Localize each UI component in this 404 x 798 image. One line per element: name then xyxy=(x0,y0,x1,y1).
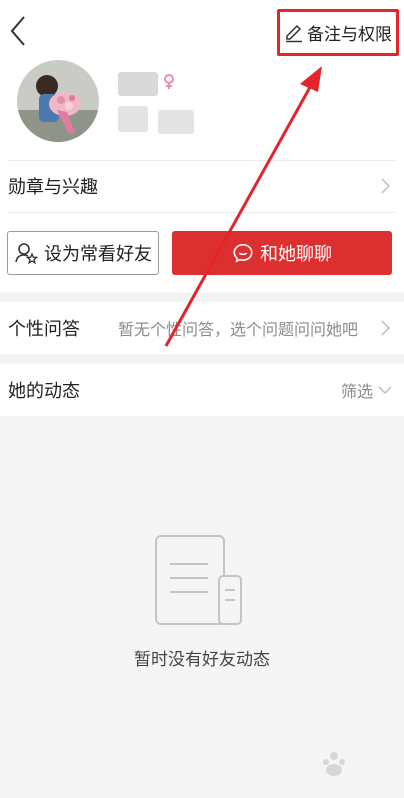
section-separator xyxy=(0,354,404,364)
chevron-right-icon xyxy=(381,178,390,194)
chevron-left-icon xyxy=(10,16,25,46)
medals-interests-row[interactable]: 勋章与兴趣 xyxy=(0,162,404,210)
chevron-down-icon xyxy=(378,386,392,394)
pencil-icon xyxy=(286,24,302,42)
personality-qa-row[interactable]: 个性问答 暂无个性问答，选个问题问问她吧 xyxy=(0,302,404,354)
set-favorite-friend-label: 设为常看好友 xyxy=(44,244,152,265)
back-button[interactable] xyxy=(8,14,30,48)
avatar-photo xyxy=(17,60,99,142)
profile-page: 备注与权限 勋章与兴趣 设为常看好友 和她聊聊 个性问答 暂无个性问答，选个问题… xyxy=(0,0,404,798)
remark-permission-button[interactable]: 备注与权限 xyxy=(277,9,399,56)
document-icon xyxy=(155,535,242,625)
her-activity-label: 她的动态 xyxy=(8,381,80,402)
chevron-right-icon xyxy=(381,320,390,336)
avatar[interactable] xyxy=(17,60,99,142)
personality-qa-hint: 暂无个性问答，选个问题问问她吧 xyxy=(118,320,359,339)
remark-permission-label: 备注与权限 xyxy=(307,25,392,45)
masked-info-2 xyxy=(158,110,194,134)
watermark-logo xyxy=(323,752,345,776)
empty-state-message: 暂时没有好友动态 xyxy=(134,650,270,670)
chat-with-her-button[interactable]: 和她聊聊 xyxy=(172,231,392,275)
divider xyxy=(8,160,396,161)
set-favorite-friend-button[interactable]: 设为常看好友 xyxy=(7,231,159,275)
masked-info-1 xyxy=(118,106,148,132)
divider xyxy=(8,212,396,213)
user-star-icon xyxy=(15,243,38,265)
masked-username xyxy=(118,72,158,96)
chat-bubble-icon xyxy=(233,243,253,263)
filter-label: 筛选 xyxy=(340,382,373,401)
personality-qa-label: 个性问答 xyxy=(8,319,80,340)
medals-interests-label: 勋章与兴趣 xyxy=(8,177,98,198)
female-icon xyxy=(164,74,174,89)
chat-with-her-label: 和她聊聊 xyxy=(260,244,332,265)
her-activity-header: 她的动态 筛选 xyxy=(0,364,404,416)
filter-button[interactable]: 筛选 xyxy=(341,378,392,402)
section-separator xyxy=(0,292,404,302)
